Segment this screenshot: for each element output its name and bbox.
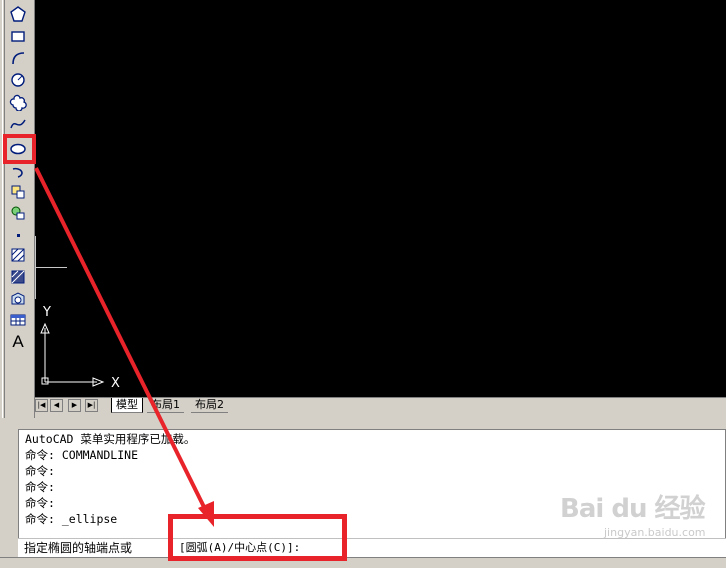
history-line: 命令:: [25, 480, 55, 494]
revcloud-icon[interactable]: [7, 91, 29, 113]
layout-tab-bar: |◀ ◀ ▶ ▶| 模型 布局1 布局2: [35, 397, 726, 415]
ucs-x-label: X: [111, 376, 120, 391]
ellipse-icon[interactable]: [7, 138, 29, 160]
tab-layout1[interactable]: 布局1: [147, 398, 184, 413]
hatch-icon[interactable]: [7, 244, 29, 266]
crosshair-horizontal: [35, 267, 67, 268]
polygon-icon[interactable]: [7, 3, 29, 25]
command-input[interactable]: 指定椭圆的轴端点或 [圆弧(A)/中心点(C)]:: [18, 538, 726, 557]
table-icon[interactable]: [7, 309, 29, 331]
point-icon[interactable]: [7, 222, 29, 244]
first-tab-button[interactable]: |◀: [35, 399, 48, 412]
tab-model[interactable]: 模型: [111, 398, 143, 413]
history-line: AutoCAD 菜单实用程序已加载。: [25, 432, 196, 446]
spline-icon[interactable]: [7, 113, 29, 135]
ellipse-arc-icon[interactable]: [7, 161, 29, 183]
next-tab-button[interactable]: ▶: [68, 399, 81, 412]
insert-block-icon[interactable]: [7, 181, 29, 203]
drawing-canvas[interactable]: [35, 0, 726, 397]
status-bar: [0, 557, 726, 568]
history-line: 命令:: [25, 496, 55, 510]
ucs-y-label: Y: [42, 305, 51, 320]
command-options[interactable]: [圆弧(A)/中心点(C)]:: [179, 539, 300, 557]
history-line: 命令:: [25, 464, 55, 478]
prev-tab-button[interactable]: ◀: [50, 399, 63, 412]
crosshair-vertical: [35, 236, 36, 299]
ucs-icon: Y X: [40, 305, 120, 391]
circle-icon[interactable]: [7, 69, 29, 91]
command-history: AutoCAD 菜单实用程序已加载。 命令: COMMANDLINE 命令: 命…: [18, 429, 726, 539]
make-block-icon[interactable]: [7, 202, 29, 224]
rectangle-icon[interactable]: [7, 25, 29, 47]
history-line: 命令: _ellipse: [25, 512, 118, 526]
history-line: 命令: COMMANDLINE: [25, 448, 139, 462]
command-prompt: 指定椭圆的轴端点或: [24, 541, 133, 555]
tab-layout2[interactable]: 布局2: [191, 398, 228, 413]
draw-toolbar: A: [0, 0, 35, 418]
multiline-text-icon[interactable]: A: [7, 331, 29, 353]
arc-icon[interactable]: [7, 47, 29, 69]
last-tab-button[interactable]: ▶|: [85, 399, 98, 412]
command-window: AutoCAD 菜单实用程序已加载。 命令: COMMANDLINE 命令: 命…: [0, 418, 726, 568]
gradient-icon[interactable]: [7, 266, 29, 288]
region-icon[interactable]: [7, 288, 29, 310]
autocad-window: A Y X |◀ ◀ ▶ ▶| 模型 布局1 布局2 AutoCAD 菜单实用程…: [0, 0, 726, 568]
